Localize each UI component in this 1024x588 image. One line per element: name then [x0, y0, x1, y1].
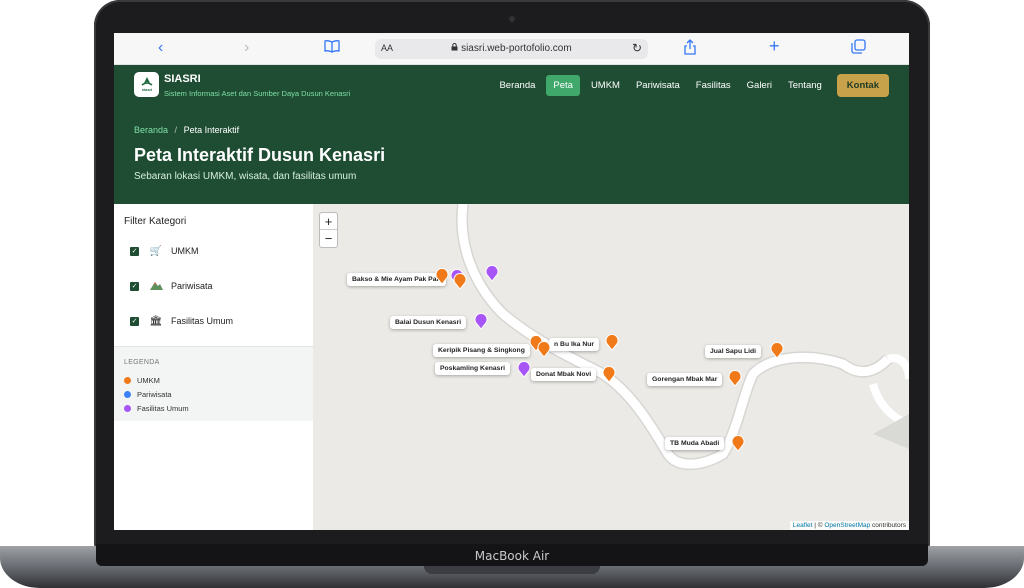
- url-bar[interactable]: AA siasri.web-portofolio.com ↻: [375, 39, 648, 59]
- marker-umkm-donat[interactable]: [602, 365, 616, 383]
- nav-pariwisata[interactable]: Pariwisata: [631, 75, 685, 96]
- url-value: siasri.web-portofolio.com: [461, 43, 572, 54]
- main-nav: Beranda Peta UMKM Pariwisata Fasilitas G…: [494, 74, 889, 97]
- site-header: siasri SIASRI Sistem Informasi Aset dan …: [114, 65, 909, 105]
- map-label-sapu: Jual Sapu Lidi: [705, 345, 762, 358]
- nav-fasilitas[interactable]: Fasilitas: [691, 75, 736, 96]
- filter-title: Filter Kategori: [124, 216, 187, 227]
- page-subtitle: Sebaran lokasi UMKM, wisata, dan fasilit…: [134, 171, 357, 182]
- browser-toolbar: ‹ › AA siasri.web-portofolio.com ↻ +: [114, 33, 909, 65]
- map-label-bu-ika: n Bu Ika Nur: [549, 338, 600, 351]
- map-label-balai: Balai Dusun Kenasri: [390, 316, 467, 329]
- attribution-sep: | ©: [814, 522, 823, 529]
- page-hero: Beranda / Peta Interaktif Peta Interakti…: [114, 105, 909, 204]
- filter-sidebar: Filter Kategori ✓ 🛒 UMKM ✓ Pariwisata ✓ …: [114, 204, 313, 530]
- filter-umkm[interactable]: ✓ 🛒 UMKM: [130, 243, 199, 259]
- camera-dot: [509, 16, 515, 22]
- map-label-tb: TB Muda Abadi: [665, 437, 725, 450]
- checkbox-pariwisata[interactable]: ✓: [130, 281, 139, 291]
- checkbox-umkm[interactable]: ✓: [130, 246, 139, 256]
- book-icon[interactable]: [324, 39, 340, 58]
- map-label-gorengan: Gorengan Mbak Mar: [647, 373, 723, 386]
- legend-dot-fasilitas: [124, 405, 131, 412]
- laptop-notch: [424, 566, 600, 574]
- leaflet-link[interactable]: Leaflet: [793, 522, 813, 529]
- nav-beranda[interactable]: Beranda: [494, 75, 540, 96]
- map-label-keripik: Keripik Pisang & Singkong: [433, 344, 530, 357]
- filter-fasilitas[interactable]: ✓ 🏛 Fasilitas Umum: [130, 313, 233, 329]
- breadcrumb-separator: /: [174, 125, 178, 135]
- building-icon: 🏛: [149, 315, 163, 327]
- marker-fasilitas-poskamling[interactable]: [517, 360, 531, 378]
- marker-umkm[interactable]: [435, 267, 449, 285]
- marker-umkm-gorengan[interactable]: [728, 369, 742, 387]
- filter-label-pariwisata: Pariwisata: [171, 281, 213, 291]
- nav-galeri[interactable]: Galeri: [742, 75, 777, 96]
- legend-label-umkm: UMKM: [137, 376, 160, 385]
- attribution-suffix: contributors: [872, 522, 906, 529]
- nav-peta[interactable]: Peta: [546, 75, 580, 96]
- url-text: siasri.web-portofolio.com: [375, 43, 648, 54]
- marker-fasilitas-balai[interactable]: [474, 312, 488, 330]
- marker-umkm-bu-ika[interactable]: [605, 333, 619, 351]
- zoom-in-button[interactable]: +: [320, 213, 337, 230]
- marker-umkm-tb[interactable]: [731, 434, 745, 452]
- legend-item-pariwisata: Pariwisata: [124, 390, 172, 399]
- site-logo-icon[interactable]: siasri: [134, 72, 159, 97]
- marker-umkm-keripik[interactable]: [537, 340, 551, 358]
- page-title: Peta Interaktif Dusun Kenasri: [134, 145, 386, 165]
- lock-icon: [451, 43, 461, 54]
- nav-tentang[interactable]: Tentang: [783, 75, 827, 96]
- checkbox-fasilitas[interactable]: ✓: [130, 316, 139, 326]
- reload-icon[interactable]: ↻: [632, 41, 642, 55]
- mountain-icon: [149, 280, 163, 293]
- map-label-poskamling: Poskamling Kenasri: [435, 362, 510, 375]
- legend-dot-pariwisata: [124, 391, 131, 398]
- breadcrumb-home-link[interactable]: Beranda: [134, 125, 168, 135]
- kontak-button[interactable]: Kontak: [836, 74, 889, 97]
- map-label-donat: Donat Mbak Novi: [531, 368, 597, 381]
- interactive-map[interactable]: + − Bakso & Mie Ayam Pak Palt Balai Dusu…: [313, 204, 909, 530]
- nav-umkm[interactable]: UMKM: [586, 75, 625, 96]
- tabs-icon[interactable]: [851, 39, 866, 59]
- legend-title: LEGENDA: [124, 359, 160, 366]
- chevron-left-icon[interactable]: ‹: [158, 39, 163, 57]
- legend-label-fasilitas: Fasilitas Umum: [137, 404, 189, 413]
- legend-label-pariwisata: Pariwisata: [137, 390, 172, 399]
- legend-item-fasilitas: Fasilitas Umum: [124, 404, 189, 413]
- osm-link[interactable]: OpenStreetMap: [824, 522, 870, 529]
- marker-umkm-sapu[interactable]: [770, 341, 784, 359]
- svg-text:siasri: siasri: [141, 87, 151, 92]
- site-title[interactable]: SIASRI: [164, 73, 201, 85]
- zoom-control: + −: [319, 212, 338, 248]
- breadcrumb: Beranda / Peta Interaktif: [134, 125, 239, 135]
- share-icon[interactable]: [683, 39, 697, 60]
- breadcrumb-current: Peta Interaktif: [183, 125, 240, 135]
- map-label-bakso: Bakso & Mie Ayam Pak Palt: [347, 273, 446, 286]
- marker-fasilitas[interactable]: [485, 264, 499, 282]
- zoom-out-button[interactable]: −: [320, 230, 337, 247]
- marker-umkm-bakso[interactable]: [453, 272, 467, 290]
- filter-pariwisata[interactable]: ✓ Pariwisata: [130, 278, 213, 294]
- map-legend: LEGENDA UMKM Pariwisata Fasilitas Umum: [114, 346, 313, 421]
- legend-item-umkm: UMKM: [124, 376, 160, 385]
- cart-icon: 🛒: [149, 245, 163, 257]
- legend-dot-umkm: [124, 377, 131, 384]
- site-tagline: Sistem Informasi Aset dan Sumber Daya Du…: [164, 89, 351, 98]
- device-label: MacBook Air: [474, 549, 550, 563]
- filter-label-fasilitas: Fasilitas Umum: [171, 316, 234, 326]
- map-attribution: Leaflet | © OpenStreetMap contributors: [789, 521, 909, 530]
- chevron-right-icon[interactable]: ›: [244, 39, 249, 57]
- screen: ‹ › AA siasri.web-portofolio.com ↻ + sia…: [114, 33, 909, 530]
- filter-label-umkm: UMKM: [171, 246, 199, 256]
- plus-icon[interactable]: +: [769, 37, 780, 55]
